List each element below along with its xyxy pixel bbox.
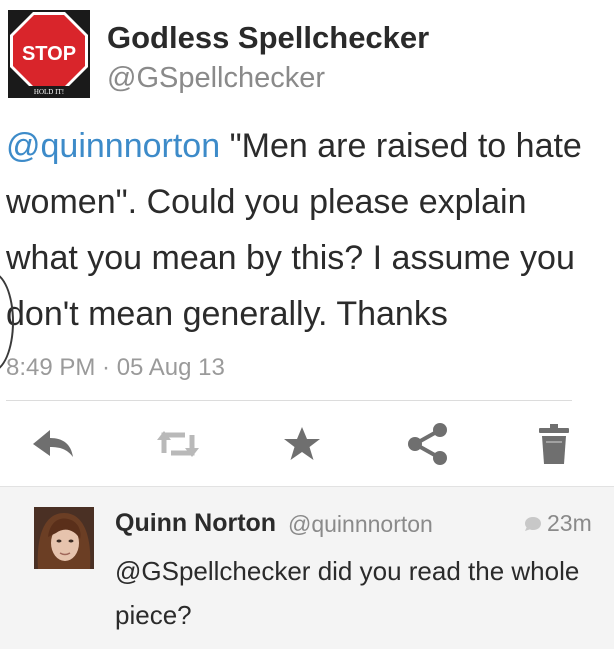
trash-icon	[539, 424, 569, 464]
reply-time-label: 23m	[547, 510, 592, 536]
share-button[interactable]	[398, 412, 458, 476]
user-handle[interactable]: @GSpellchecker	[107, 62, 325, 95]
retweet-button[interactable]	[148, 412, 208, 476]
star-icon	[284, 427, 320, 460]
avatar[interactable]: STOP HOLD IT!	[8, 10, 90, 98]
reply-display-name[interactable]: Quinn Norton	[115, 509, 276, 538]
tweet-timestamp: 8:49 PM · 05 Aug 13	[6, 354, 225, 381]
reply-time: 23m	[524, 510, 592, 537]
retweet-icon	[157, 431, 199, 457]
action-bar	[0, 412, 614, 476]
stop-sign-text: STOP	[22, 43, 76, 65]
favorite-button[interactable]	[272, 412, 332, 476]
display-name[interactable]: Godless Spellchecker	[107, 20, 429, 56]
stop-sign-caption: HOLD IT!	[34, 88, 64, 96]
reply-avatar[interactable]	[34, 507, 94, 569]
speech-bubble-icon	[525, 516, 541, 531]
reply-arrow-icon	[33, 430, 73, 457]
reply-tweet[interactable]: Quinn Norton @quinnnorton 23m @GSpellche…	[0, 486, 614, 649]
delete-button[interactable]	[524, 412, 584, 476]
reply-user-handle[interactable]: @quinnnorton	[288, 511, 433, 538]
reply-text: @GSpellchecker did you read the whole pi…	[115, 556, 580, 630]
tweet-detail: STOP HOLD IT! Godless Spellchecker @GSpe…	[0, 0, 614, 486]
divider	[6, 400, 572, 401]
share-icon	[408, 423, 447, 465]
mention-link[interactable]: @quinnnorton	[6, 127, 220, 165]
tweet-text: @quinnnorton "Men are raised to hate wom…	[6, 118, 606, 342]
reply-button[interactable]	[23, 412, 83, 476]
